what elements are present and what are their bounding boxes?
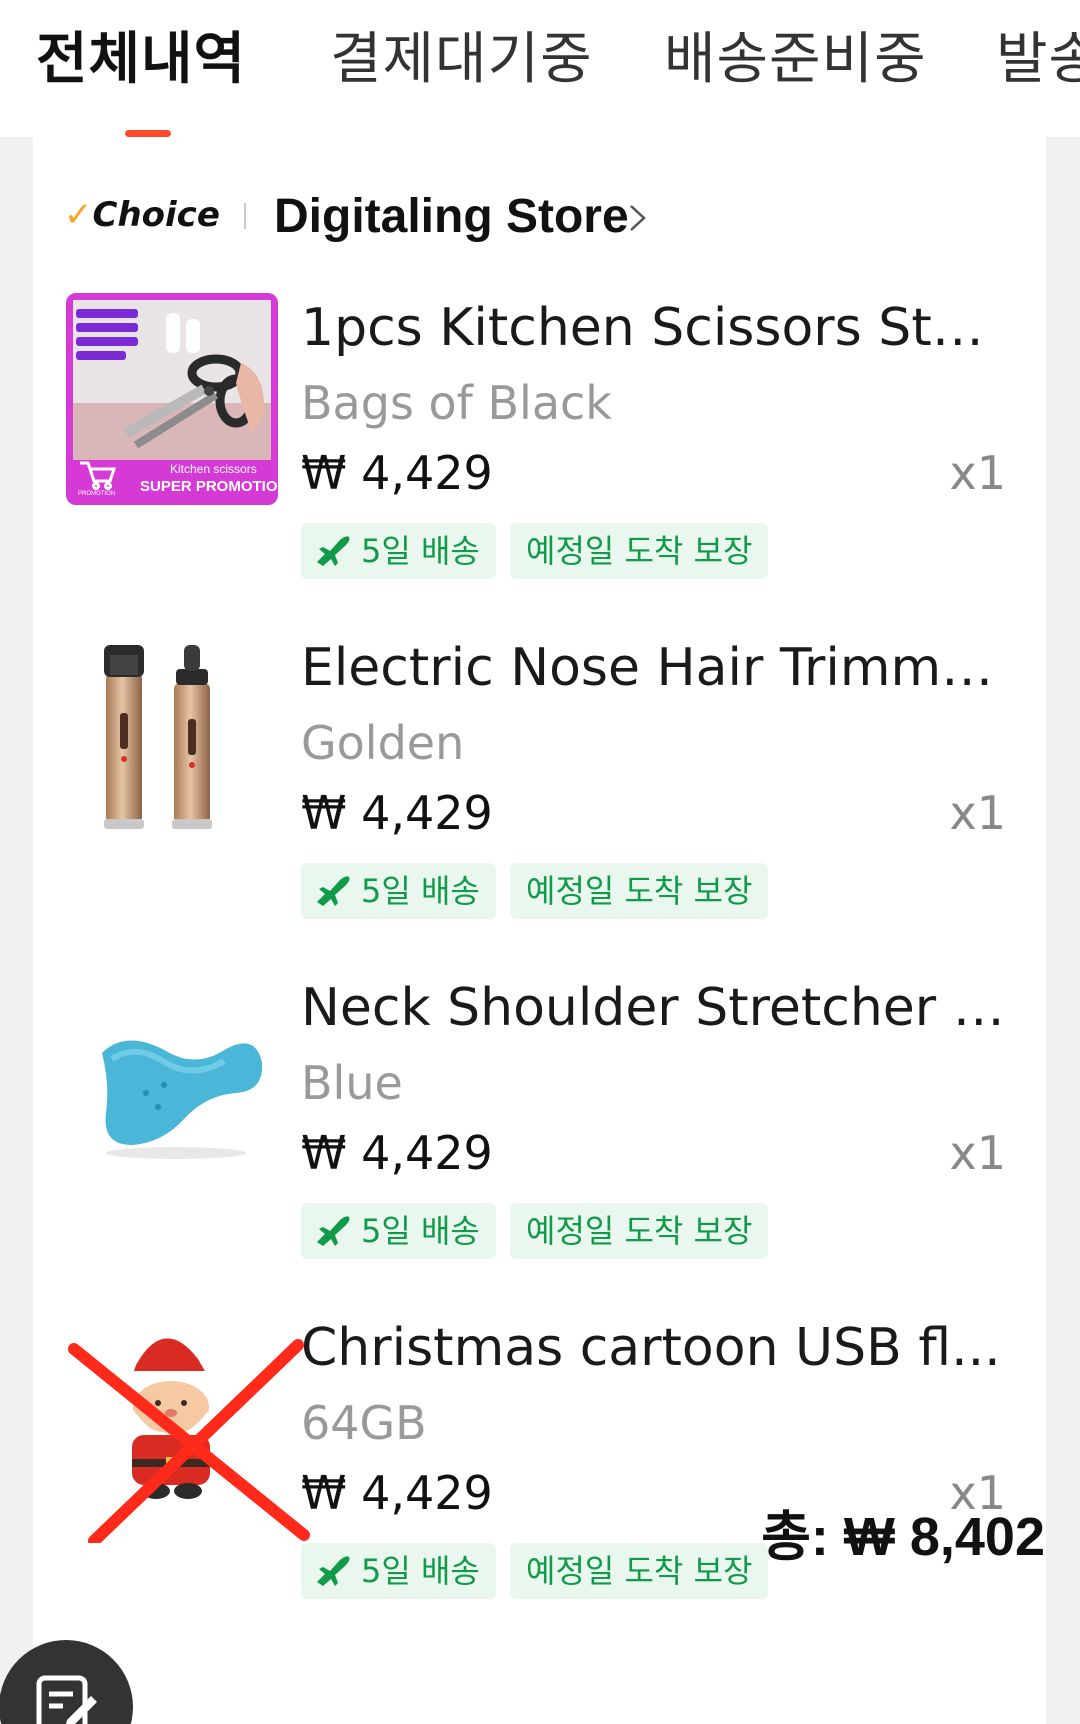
delivery-guarantee-tag: 예정일 도착 보장 (510, 1543, 769, 1599)
product-price: ₩ 4,429 (301, 1466, 493, 1520)
shipping-time-tag: 5일 배송 (301, 863, 496, 919)
shipping-time-label: 5일 배송 (361, 532, 480, 570)
product-title[interactable]: 1pcs Kitchen Scissors Sta... (301, 293, 1011, 363)
delivery-guarantee-tag: 예정일 도착 보장 (510, 863, 769, 919)
image-promo-badge: PROMOTION (78, 491, 115, 497)
image-caption: Kitchen scissors (170, 462, 257, 476)
chevron-right-icon[interactable] (622, 203, 652, 233)
tab-shipped[interactable]: 발송 (996, 20, 1080, 100)
tab-awaiting-payment[interactable]: 결제대기중 (330, 20, 593, 100)
product-variant: Bags of Black (301, 376, 612, 430)
product-title[interactable]: Neck Shoulder Stretcher R... (301, 973, 1011, 1043)
choice-label: Choice (92, 195, 220, 235)
divider (244, 203, 246, 229)
checkmark-icon: ✓ (64, 195, 93, 235)
product-price: ₩ 4,429 (301, 446, 493, 500)
shipping-time-tag: 5일 배송 (301, 1543, 496, 1599)
edit-note-icon (36, 1675, 97, 1724)
product-quantity: x1 (949, 786, 1007, 840)
order-status-tabs: 전체내역 결제대기중 배송준비중 발송 (0, 0, 1080, 137)
shipping-time-label: 5일 배송 (361, 872, 480, 910)
order-card: ✓Choice Digitaling Store Kitchen scissor… (33, 137, 1046, 1724)
order-total: 총: ₩ 8,402 (761, 1507, 1045, 1567)
shipping-time-label: 5일 배송 (361, 1212, 480, 1250)
tab-preparing-shipment[interactable]: 배송준비중 (664, 20, 927, 100)
product-quantity: x1 (949, 1126, 1007, 1180)
product-title[interactable]: Electric Nose Hair Trimme... (301, 633, 1011, 703)
product-price: ₩ 4,429 (301, 786, 493, 840)
image-promo-text: SUPER PROMOTION (140, 478, 278, 495)
delivery-guarantee-tag: 예정일 도착 보장 (510, 1203, 769, 1259)
shipping-time-tag: 5일 배송 (301, 1203, 496, 1259)
product-title[interactable]: Christmas cartoon USB fl... (301, 1313, 1011, 1383)
order-item[interactable]: Neck Shoulder Stretcher R... Blue ₩ 4,42… (33, 973, 1046, 1273)
store-name[interactable]: Digitaling Store (274, 187, 629, 247)
shipping-time-tag: 5일 배송 (301, 523, 496, 579)
product-variant: Golden (301, 716, 465, 770)
active-tab-indicator (125, 130, 171, 137)
product-image-neck-stretcher[interactable] (66, 973, 278, 1185)
airplane-icon (317, 1216, 350, 1246)
tab-all[interactable]: 전체내역 (36, 20, 246, 100)
airplane-icon (317, 876, 350, 906)
choice-badge: ✓Choice (64, 193, 220, 237)
delivery-guarantee-tag: 예정일 도착 보장 (510, 523, 769, 579)
product-image-nose-trimmer[interactable] (66, 633, 278, 845)
airplane-icon (317, 1556, 350, 1586)
cross-out-mark (68, 1339, 310, 1543)
airplane-icon (317, 536, 350, 566)
order-item[interactable]: Kitchen scissors SUPER PROMOTION PROMOTI… (33, 293, 1046, 593)
product-image-kitchen-scissors[interactable]: Kitchen scissors SUPER PROMOTION PROMOTI… (66, 293, 278, 505)
product-quantity: x1 (949, 446, 1007, 500)
product-variant: Blue (301, 1056, 403, 1110)
shipping-time-label: 5일 배송 (361, 1552, 480, 1590)
order-item[interactable]: Electric Nose Hair Trimme... Golden ₩ 4,… (33, 633, 1046, 933)
product-price: ₩ 4,429 (301, 1126, 493, 1180)
store-header[interactable]: ✓Choice Digitaling Store (64, 187, 1004, 247)
